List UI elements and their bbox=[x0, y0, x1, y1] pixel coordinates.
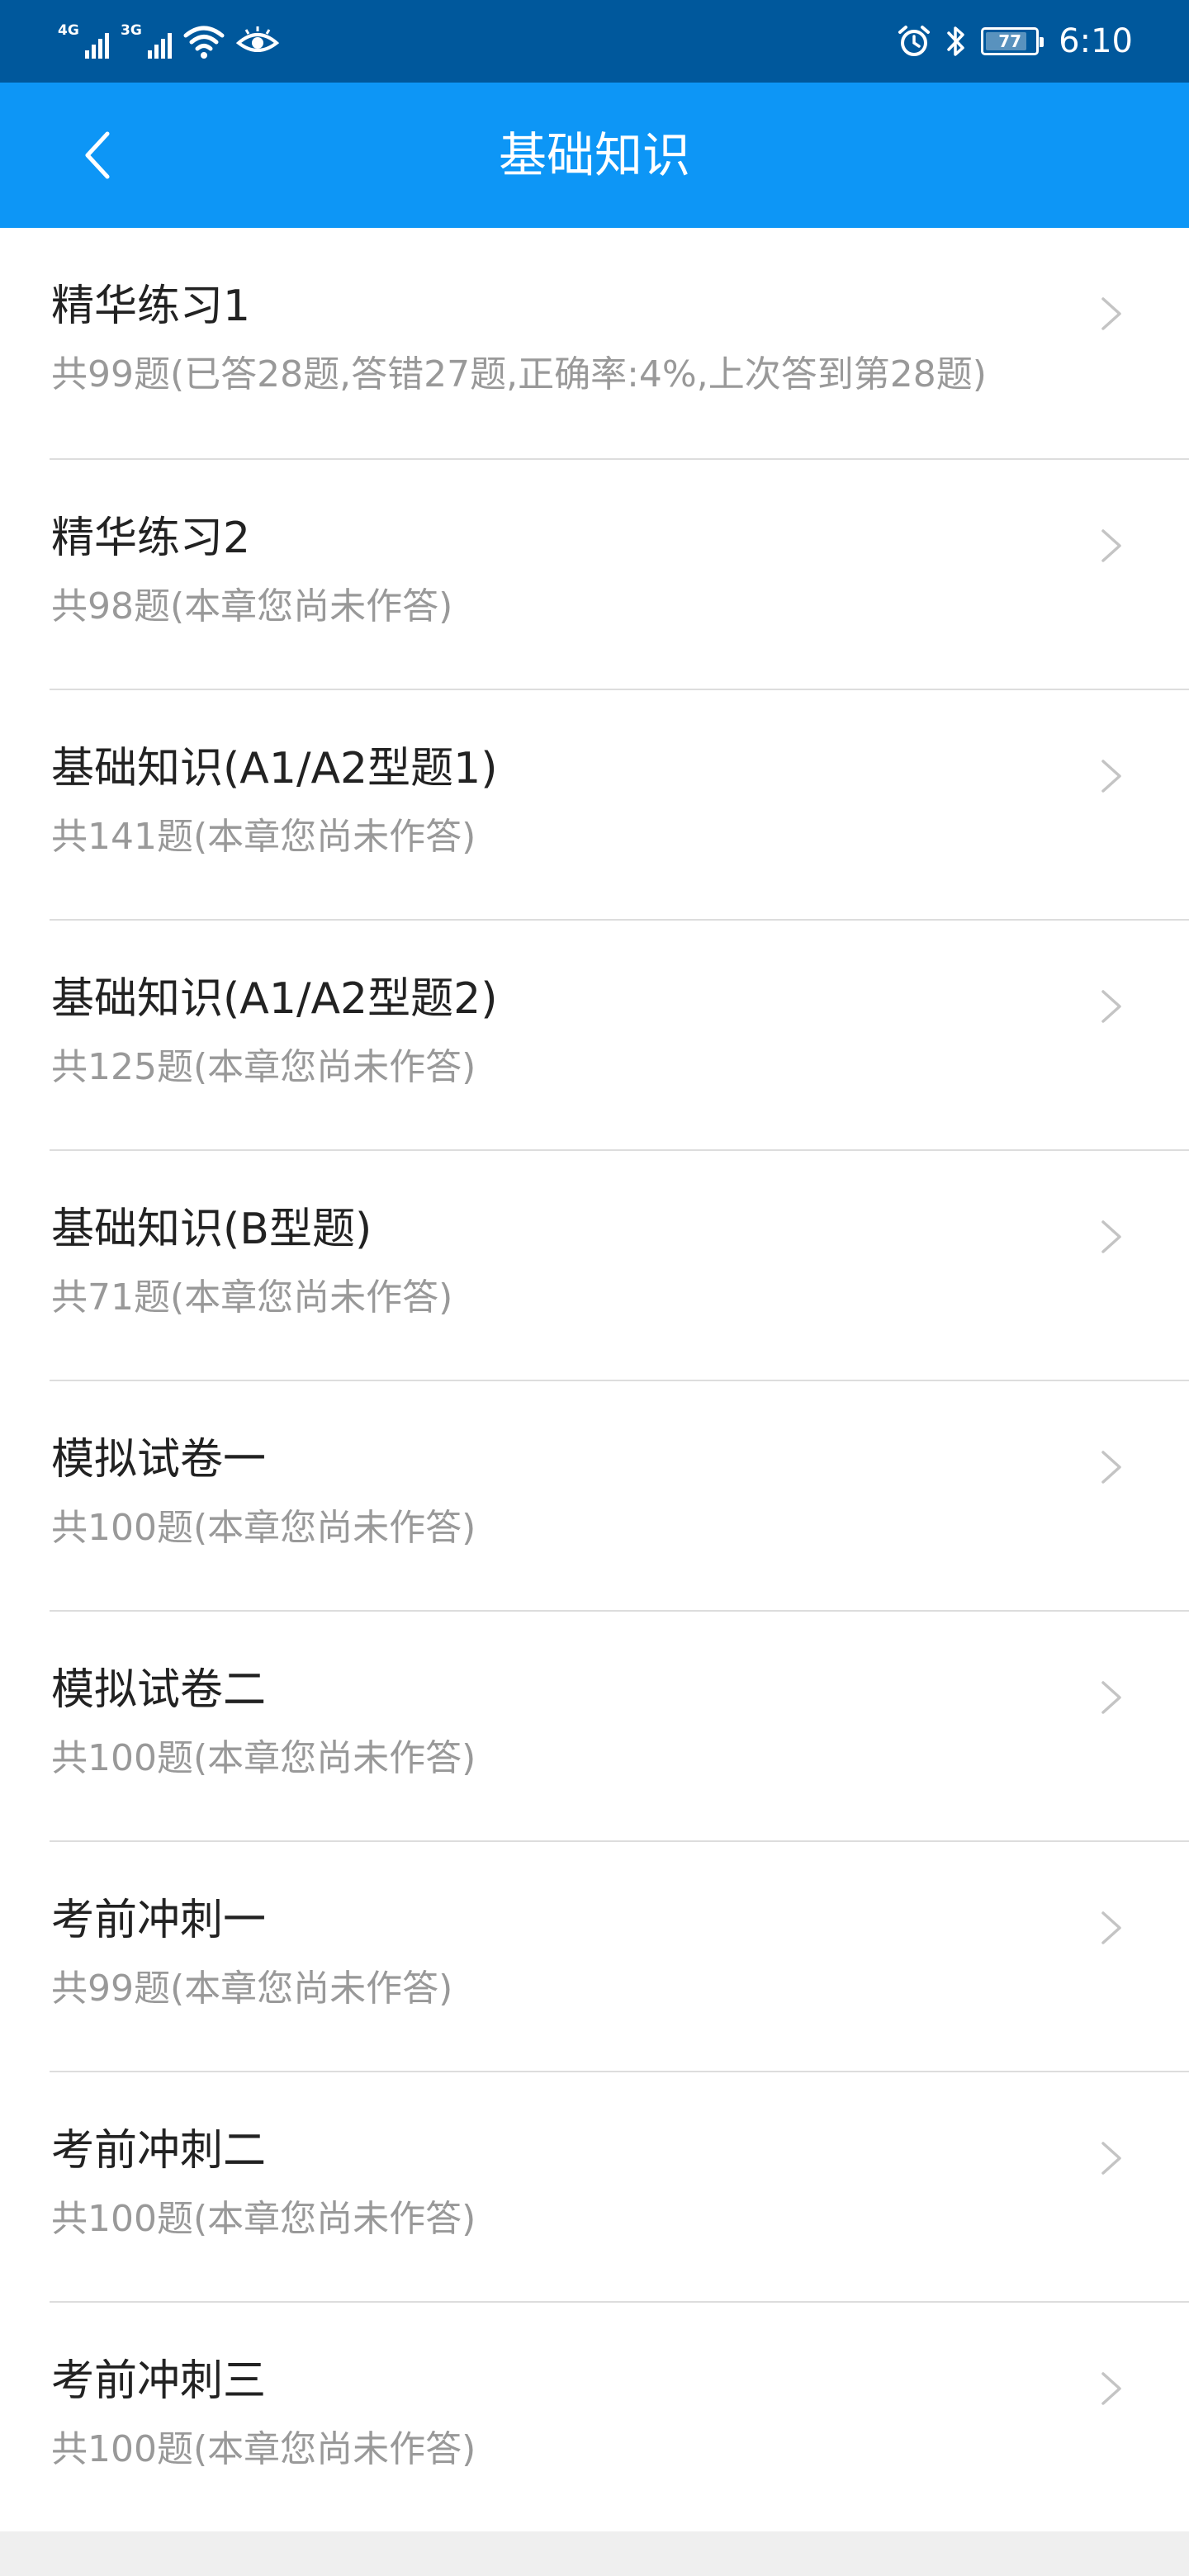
status-time: 6:10 bbox=[1059, 22, 1133, 60]
chapter-title: 精华练习2 bbox=[51, 514, 251, 563]
chapter-progress: 共100题(本章您尚未作答) bbox=[51, 2198, 476, 2240]
chapter-progress: 共141题(本章您尚未作答) bbox=[51, 816, 476, 858]
chapter-progress: 共125题(本章您尚未作答) bbox=[51, 1046, 476, 1088]
chevron-right-icon bbox=[1101, 1220, 1121, 1253]
chapter-title: 考前冲刺一 bbox=[51, 1896, 267, 1945]
chevron-right-icon bbox=[1101, 529, 1121, 562]
chapter-item[interactable]: 精华练习1 共99题(已答28题,答错27题,正确率:4%,上次答到第28题) bbox=[0, 228, 1189, 458]
chapter-title: 精华练习1 bbox=[51, 282, 251, 331]
chevron-right-icon bbox=[1101, 1911, 1121, 1944]
sim1-network-label: 4G bbox=[58, 22, 79, 39]
chapter-item[interactable]: 基础知识(A1/A2型题2) 共125题(本章您尚未作答) bbox=[50, 919, 1189, 1149]
app-header: 基础知识 bbox=[0, 83, 1189, 228]
chapter-item[interactable]: 考前冲刺二 共100题(本章您尚未作答) bbox=[50, 2071, 1189, 2301]
chapter-list: 精华练习1 共99题(已答28题,答错27题,正确率:4%,上次答到第28题) … bbox=[0, 228, 1189, 2531]
eye-comfort-icon bbox=[236, 26, 279, 52]
status-right: 77 6:10 bbox=[897, 18, 1133, 64]
chapter-title: 模拟试卷一 bbox=[51, 1435, 267, 1485]
sim2-signal-icon: 3G bbox=[121, 22, 172, 60]
chevron-right-icon bbox=[1101, 2372, 1121, 2405]
chapter-title: 基础知识(B型题) bbox=[51, 1205, 372, 1254]
status-left: 4G 3G bbox=[58, 18, 279, 64]
chapter-progress: 共99题(已答28题,答错27题,正确率:4%,上次答到第28题) bbox=[51, 353, 987, 395]
chapter-title: 基础知识(A1/A2型题2) bbox=[51, 974, 498, 1024]
sim2-network-label: 3G bbox=[121, 22, 142, 39]
chapter-item[interactable]: 模拟试卷一 共100题(本章您尚未作答) bbox=[50, 1380, 1189, 1610]
chevron-right-icon bbox=[1101, 297, 1121, 330]
chapter-progress: 共100题(本章您尚未作答) bbox=[51, 2428, 476, 2470]
chevron-right-icon bbox=[1101, 760, 1121, 793]
chapter-item[interactable]: 模拟试卷二 共100题(本章您尚未作答) bbox=[50, 1610, 1189, 1840]
chapter-title: 基础知识(A1/A2型题1) bbox=[51, 744, 498, 793]
chapter-progress: 共100题(本章您尚未作答) bbox=[51, 1737, 476, 1779]
chapter-item[interactable]: 精华练习2 共98题(本章您尚未作答) bbox=[50, 458, 1189, 689]
chapter-title: 考前冲刺三 bbox=[51, 2356, 267, 2406]
chevron-right-icon bbox=[1101, 1681, 1121, 1714]
page-title: 基础知识 bbox=[498, 127, 690, 183]
bluetooth-icon bbox=[947, 26, 964, 56]
chapter-item[interactable]: 基础知识(A1/A2型题1) 共141题(本章您尚未作答) bbox=[50, 689, 1189, 919]
chapter-progress: 共71题(本章您尚未作答) bbox=[51, 1276, 453, 1319]
wifi-icon bbox=[183, 26, 225, 59]
chapter-item[interactable]: 考前冲刺三 共100题(本章您尚未作答) bbox=[50, 2301, 1189, 2531]
chapter-title: 模拟试卷二 bbox=[51, 1665, 267, 1715]
battery-level: 77 bbox=[998, 31, 1022, 51]
chapter-progress: 共100题(本章您尚未作答) bbox=[51, 1507, 476, 1549]
chapter-title: 考前冲刺二 bbox=[51, 2126, 267, 2176]
battery-icon: 77 bbox=[981, 27, 1045, 55]
status-bar: 4G 3G 77 6:10 bbox=[0, 0, 1189, 83]
alarm-icon bbox=[898, 26, 931, 56]
chapter-progress: 共99题(本章您尚未作答) bbox=[51, 1968, 453, 2010]
chevron-right-icon bbox=[1101, 1451, 1121, 1484]
chapter-item[interactable]: 考前冲刺一 共99题(本章您尚未作答) bbox=[50, 1840, 1189, 2071]
chevron-right-icon bbox=[1101, 2142, 1121, 2175]
sim1-signal-icon: 4G bbox=[58, 22, 109, 60]
chapter-item[interactable]: 基础知识(B型题) 共71题(本章您尚未作答) bbox=[50, 1149, 1189, 1380]
chevron-right-icon bbox=[1101, 990, 1121, 1023]
chapter-progress: 共98题(本章您尚未作答) bbox=[51, 585, 453, 627]
